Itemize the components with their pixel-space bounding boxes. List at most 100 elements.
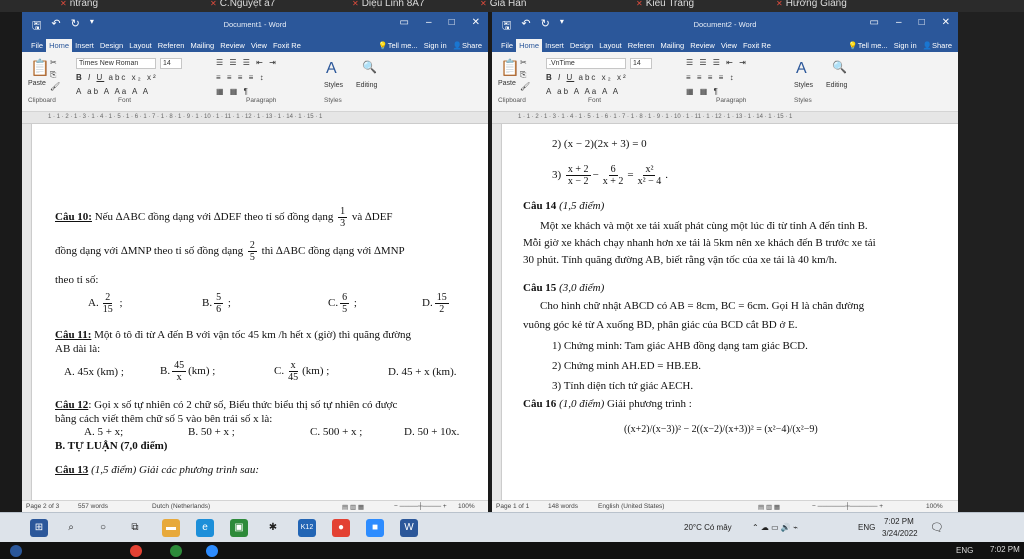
clock-date[interactable]: 3/24/2022	[882, 529, 918, 538]
sign-in-link[interactable]: Sign in	[424, 41, 447, 50]
shading-icons[interactable]: ▦ ▦ ¶	[216, 87, 250, 96]
share-button[interactable]: 👤Share	[453, 41, 482, 50]
font-name-box[interactable]: .VnTime	[546, 58, 626, 69]
settings-icon[interactable]: ✱	[264, 519, 282, 537]
weather-widget[interactable]: 20°C Có mây	[684, 523, 732, 532]
cortana-icon[interactable]: ○	[94, 519, 112, 537]
tab-references[interactable]: Referen	[625, 39, 658, 52]
paste-icon[interactable]: 📋	[30, 58, 50, 78]
tab-view[interactable]: View	[248, 39, 270, 52]
language-indicator[interactable]: Dutch (Netherlands)	[152, 503, 210, 510]
meeting-icon[interactable]	[10, 545, 22, 557]
tab-foxit[interactable]: Foxit Re	[740, 39, 774, 52]
list-icons[interactable]: ☰ ☰ ☰ ⇤ ⇥	[216, 58, 278, 67]
copy-icon[interactable]: ⎘	[50, 70, 58, 80]
tab-home[interactable]: Home	[46, 39, 73, 52]
cut-icon[interactable]: ✂	[50, 58, 59, 67]
styles-button[interactable]: Styles	[794, 82, 813, 89]
editing-icon[interactable]: 🔍	[832, 60, 847, 74]
k12-icon[interactable]: K12	[298, 519, 316, 537]
format-painter-icon[interactable]: 🖌	[520, 82, 532, 91]
horizontal-ruler[interactable]: 1 · 1 · 2 · 1 · 3 · 1 · 4 · 1 · 5 · 1 · …	[492, 112, 958, 124]
paste-icon[interactable]: 📋	[500, 58, 520, 78]
ribbon-display-icon[interactable]: ▭	[400, 17, 409, 28]
view-buttons[interactable]: ▤ ▥ ▦	[342, 503, 364, 511]
view-buttons[interactable]: ▤ ▥ ▦	[758, 503, 780, 511]
tab-references[interactable]: Referen	[155, 39, 188, 52]
share-button[interactable]: 👤Share	[923, 41, 952, 50]
maximize-button[interactable]: □	[449, 17, 455, 28]
sign-in-link[interactable]: Sign in	[894, 41, 917, 50]
tab-design[interactable]: Design	[567, 39, 596, 52]
zoom-slider[interactable]: − ────┼──── +	[394, 503, 447, 510]
tab-mailings[interactable]: Mailing	[187, 39, 217, 52]
close-button[interactable]: ✕	[942, 17, 950, 28]
font-size-box[interactable]: 14	[630, 58, 652, 69]
editing-icon[interactable]: 🔍	[362, 60, 377, 74]
shading-icons[interactable]: ▦ ▦ ¶	[686, 87, 720, 96]
word-count[interactable]: 557 words	[78, 503, 108, 510]
font-name-box[interactable]: Times New Roman	[76, 58, 156, 69]
zoom-level[interactable]: 100%	[926, 503, 943, 510]
start-icon[interactable]: ⊞	[30, 519, 48, 537]
zoom-slider[interactable]: − ──────┼────── +	[812, 503, 883, 510]
ribbon-display-icon[interactable]: ▭	[870, 17, 879, 28]
styles-button[interactable]: Styles	[324, 82, 343, 89]
cut-icon[interactable]: ✂	[520, 58, 529, 67]
store-icon[interactable]: ▣	[230, 519, 248, 537]
tab-layout[interactable]: Layout	[126, 39, 155, 52]
chrome-icon[interactable]	[130, 545, 142, 557]
editing-button[interactable]: Editing	[826, 82, 847, 89]
tab-view[interactable]: View	[718, 39, 740, 52]
align-icons[interactable]: ≡ ≡ ≡ ≡ ↕	[216, 73, 266, 82]
minimize-button[interactable]: –	[896, 17, 902, 28]
file-explorer-icon[interactable]: ▬	[162, 519, 180, 537]
tab-insert[interactable]: Insert	[72, 39, 97, 52]
tell-me-box[interactable]: 💡Tell me...	[378, 41, 417, 50]
align-icons[interactable]: ≡ ≡ ≡ ≡ ↕	[686, 73, 736, 82]
zoom-app-icon[interactable]	[206, 545, 218, 557]
app-icon[interactable]	[170, 545, 182, 557]
copy-icon[interactable]: ⎘	[520, 70, 528, 80]
font-format-icons[interactable]: B I U abc x₂ x²	[546, 73, 628, 82]
tell-me-box[interactable]: 💡Tell me...	[848, 41, 887, 50]
tab-mailings[interactable]: Mailing	[657, 39, 687, 52]
tab-layout[interactable]: Layout	[596, 39, 625, 52]
search-icon[interactable]: ⌕	[62, 519, 80, 537]
zoom-icon[interactable]: ■	[366, 519, 384, 537]
tab-review[interactable]: Review	[217, 39, 248, 52]
task-view-icon[interactable]: ⧉	[126, 519, 144, 537]
document-page[interactable]: 2) (x − 2)(2x + 3) = 0 3) x + 2x − 2−6 x …	[504, 124, 958, 500]
styles-icon[interactable]: A	[326, 60, 337, 78]
styles-icon[interactable]: A	[796, 60, 807, 78]
zoom-level[interactable]: 100%	[458, 503, 475, 510]
notification-icon[interactable]: 🗨	[930, 521, 944, 534]
paste-button[interactable]: Paste	[28, 80, 46, 87]
tab-file[interactable]: File	[28, 39, 46, 52]
paste-button[interactable]: Paste	[498, 80, 516, 87]
page-count[interactable]: Page 2 of 3	[26, 503, 59, 510]
document-area[interactable]: 2) (x − 2)(2x + 3) = 0 3) x + 2x − 2−6 x …	[492, 124, 958, 500]
word-count[interactable]: 148 words	[548, 503, 578, 510]
page-count[interactable]: Page 1 of 1	[496, 503, 529, 510]
font-format-icons[interactable]: B I U abc x₂ x²	[76, 73, 158, 82]
tab-insert[interactable]: Insert	[542, 39, 567, 52]
tab-review[interactable]: Review	[687, 39, 718, 52]
language-indicator[interactable]: ENG	[858, 523, 875, 532]
chrome-icon[interactable]: ●	[332, 519, 350, 537]
vertical-ruler[interactable]	[22, 124, 32, 500]
font-color-icons[interactable]: A ab A Aa A A	[546, 87, 620, 96]
tab-design[interactable]: Design	[97, 39, 126, 52]
tab-home[interactable]: Home	[516, 39, 543, 52]
tab-file[interactable]: File	[498, 39, 516, 52]
tab-foxit[interactable]: Foxit Re	[270, 39, 304, 52]
editing-button[interactable]: Editing	[356, 82, 377, 89]
edge-icon[interactable]: e	[196, 519, 214, 537]
horizontal-ruler[interactable]: 1 · 1 · 2 · 1 · 3 · 1 · 4 · 1 · 5 · 1 · …	[22, 112, 488, 124]
word-icon[interactable]: W	[400, 519, 418, 537]
document-area[interactable]: Câu 10: Nếu ∆ABC đồng dạng với ∆DEF theo…	[22, 124, 488, 500]
vertical-ruler[interactable]	[492, 124, 502, 500]
format-painter-icon[interactable]: 🖌	[50, 82, 62, 91]
font-color-icons[interactable]: A ab A Aa A A	[76, 87, 150, 96]
font-size-box[interactable]: 14	[160, 58, 182, 69]
